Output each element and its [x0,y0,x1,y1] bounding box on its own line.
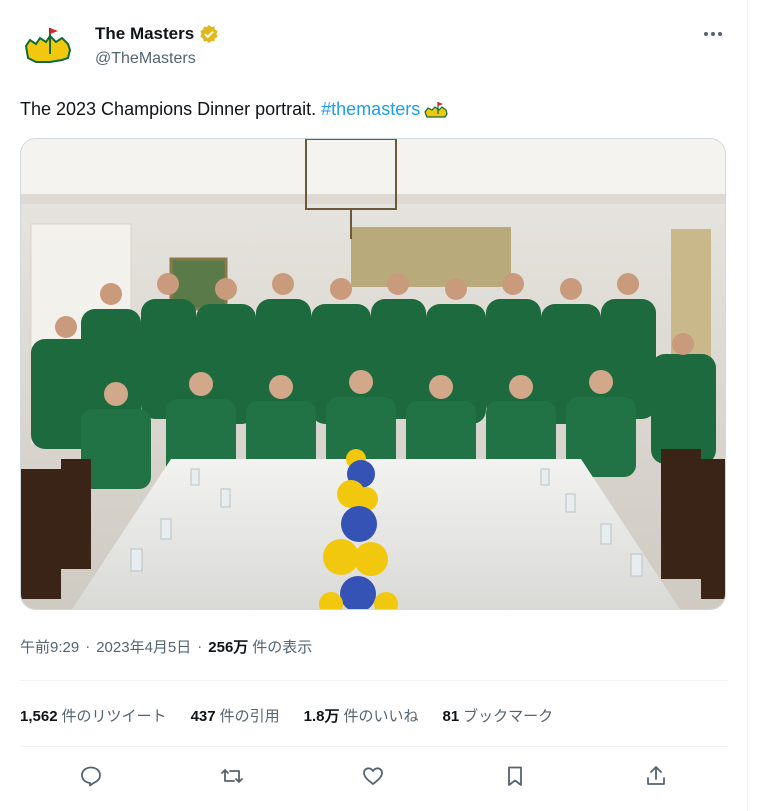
timeline-border [747,0,748,811]
action-bar [20,757,728,795]
retweets-count: 1,562 [20,708,58,725]
meta-separator: · [85,638,91,655]
views-count: 256万 [208,639,249,656]
tweet-metadata: 午前9:29 · 2023年4月5日 · 256万 件の表示 [20,636,312,657]
divider [20,680,728,681]
likes-label: 件のいいね [343,708,419,725]
bookmarks-label: ブックマーク [463,708,554,725]
reply-icon[interactable] [72,757,110,795]
views-label: 件の表示 [252,639,313,656]
meta-separator: · [197,638,203,655]
verified-badge-icon [199,24,219,44]
masters-flag-emoji-icon [423,100,449,120]
hashtag-link[interactable]: #themasters [321,99,420,120]
bookmark-icon[interactable] [496,757,534,795]
likes-stat[interactable]: 1.8万 件のいいね [304,705,419,726]
name-row: The Masters [95,24,219,44]
engagement-stats: 1,562 件のリツイート 437 件の引用 1.8万 件のいいね 81 ブックマーク [20,705,577,726]
photo-scene [21,139,725,609]
quotes-stat[interactable]: 437 件の引用 [191,705,280,726]
tweet-text: The 2023 Champions Dinner portrait. #the… [20,99,449,120]
tweet-body: The 2023 Champions Dinner portrait. [20,99,317,119]
more-options-icon[interactable] [698,22,728,46]
retweets-label: 件のリツイート [61,708,167,725]
account-handle[interactable]: @TheMasters [95,50,196,68]
champions-dinner-photo[interactable] [20,138,726,610]
bookmarks-stat[interactable]: 81 ブックマーク [442,705,553,726]
tweet-header: The Masters @TheMasters [20,14,728,76]
divider [20,746,728,747]
share-icon[interactable] [637,757,675,795]
tweet-time[interactable]: 午前9:29 [20,636,79,657]
retweets-stat[interactable]: 1,562 件のリツイート [20,705,167,726]
like-icon[interactable] [354,757,392,795]
retweet-icon[interactable] [213,757,251,795]
quotes-label: 件の引用 [219,708,280,725]
bookmarks-count: 81 [442,708,460,725]
masters-logo-icon[interactable] [20,20,76,76]
quotes-count: 437 [190,708,216,725]
display-name[interactable]: The Masters [95,24,194,44]
likes-count: 1.8万 [303,708,340,725]
tweet-date[interactable]: 2023年4月5日 [96,636,191,657]
